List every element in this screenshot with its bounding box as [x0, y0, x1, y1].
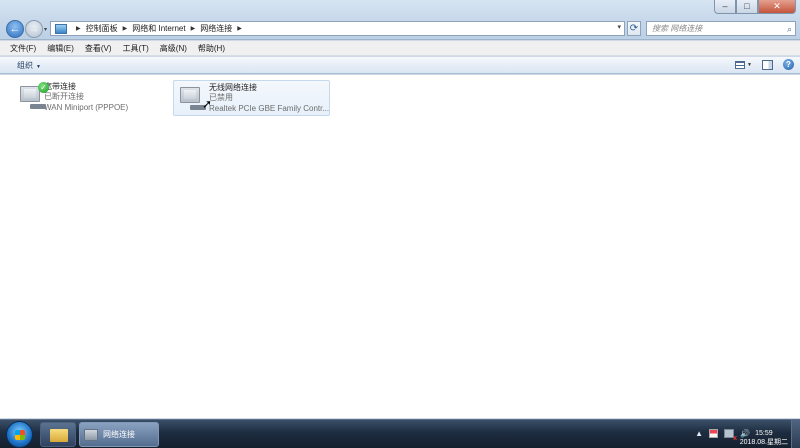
search-input[interactable]: 搜索 网络连接 ⌕	[646, 21, 796, 36]
connection-device: WAN Miniport (PPPOE)	[44, 103, 129, 112]
address-dropdown-icon[interactable]: ▾	[617, 23, 621, 31]
monitor-icon	[20, 86, 40, 102]
tray-expand-icon[interactable]: ▲	[695, 429, 703, 438]
network-adapter-icon	[178, 83, 206, 113]
clock-date: 2018.08.星期二	[739, 439, 788, 446]
taskbar: 网络连接 ▲ 🔊 15:59 2018.08.星期二	[0, 419, 800, 448]
address-bar[interactable]: ▶ 控制面板 ▶ 网络和 Internet ▶ 网络连接 ▶ ▾	[50, 21, 625, 36]
dialup-connection-icon: ✓	[18, 82, 49, 112]
control-panel-icon	[55, 23, 67, 34]
search-placeholder: 搜索 网络连接	[652, 24, 703, 33]
connection-name: 无线网络连接	[209, 83, 257, 92]
close-button[interactable]: ✕	[758, 0, 796, 14]
back-button[interactable]: ←	[6, 20, 24, 38]
menu-bar: 文件(F) 编辑(E) 查看(V) 工具(T) 高级(N) 帮助(H)	[0, 41, 800, 56]
show-desktop-button[interactable]	[791, 420, 800, 448]
connections-list: ✓ 宽带连接 已断开连接 WAN Miniport (PPPOE) 无线网络连接…	[0, 75, 800, 418]
command-bar-right: ▼ ?	[735, 59, 794, 70]
folder-icon	[50, 429, 68, 442]
taskbar-explorer-button[interactable]	[40, 422, 76, 447]
history-dropdown-icon[interactable]: ▾	[44, 26, 47, 33]
breadcrumb-control-panel[interactable]: 控制面板	[86, 23, 118, 34]
taskbar-window-button[interactable]: 网络连接	[79, 422, 159, 447]
breadcrumb-separator-icon[interactable]: ▶	[123, 25, 128, 32]
breadcrumb-network-internet[interactable]: 网络和 Internet	[132, 23, 185, 34]
network-status-icon[interactable]	[724, 429, 737, 442]
breadcrumb-separator-icon[interactable]: ▶	[237, 25, 242, 32]
action-center-icon[interactable]	[709, 429, 719, 438]
command-bar: 组织 ▼ ▼ ?	[0, 57, 800, 74]
refresh-button[interactable]: ⟳	[627, 21, 641, 36]
check-badge-icon: ✓	[38, 82, 49, 93]
breadcrumb-separator-icon[interactable]: ▶	[191, 25, 196, 32]
menu-advanced[interactable]: 高级(N)	[160, 43, 187, 54]
organize-label: 组织	[17, 60, 33, 70]
search-icon[interactable]: ⌕	[787, 23, 792, 36]
minimize-button[interactable]: –	[714, 0, 736, 14]
connection-device: Realtek PCIe GBE Family Contr...	[209, 104, 329, 113]
menu-tools[interactable]: 工具(T)	[123, 43, 149, 54]
modem-icon	[30, 104, 46, 109]
change-view-icon[interactable]	[735, 60, 746, 69]
breadcrumb-separator-icon[interactable]: ▶	[76, 25, 81, 32]
menu-file[interactable]: 文件(F)	[10, 43, 36, 54]
mouse-cursor-icon: ➚	[202, 97, 213, 111]
menu-view[interactable]: 查看(V)	[85, 43, 112, 54]
network-connections-icon	[84, 428, 98, 441]
start-button[interactable]	[6, 421, 33, 448]
window-titlebar: – □ ✕ ← → ▾ ▶ 控制面板 ▶ 网络和 Internet ▶ 网络连接…	[0, 0, 800, 40]
view-dropdown-icon[interactable]: ▼	[747, 62, 752, 68]
breadcrumb-network-connections[interactable]: 网络连接	[200, 23, 232, 34]
connection-status: 已禁用	[209, 93, 233, 102]
clock-time: 15:59	[755, 430, 773, 437]
menu-help[interactable]: 帮助(H)	[198, 43, 225, 54]
maximize-button[interactable]: □	[736, 0, 758, 14]
window-controls: – □ ✕	[714, 0, 796, 14]
monitor-icon	[180, 87, 200, 103]
connection-item-broadband[interactable]: ✓ 宽带连接 已断开连接 WAN Miniport (PPPOE)	[14, 80, 164, 116]
taskbar-window-label: 网络连接	[103, 430, 135, 439]
connection-details: 宽带连接 已断开连接 WAN Miniport (PPPOE)	[44, 80, 164, 116]
preview-pane-icon[interactable]	[762, 59, 773, 70]
chevron-down-icon: ▼	[36, 63, 41, 70]
clock[interactable]: 15:59 2018.08.星期二	[740, 429, 788, 447]
connection-name: 宽带连接	[44, 82, 76, 91]
connection-details: 无线网络连接 已禁用 Realtek PCIe GBE Family Contr…	[209, 81, 329, 115]
menu-edit[interactable]: 编辑(E)	[47, 43, 74, 54]
connection-status: 已断开连接	[44, 92, 84, 101]
connection-item-wireless[interactable]: 无线网络连接 已禁用 Realtek PCIe GBE Family Contr…	[173, 80, 330, 116]
forward-button[interactable]: →	[25, 20, 43, 38]
organize-button[interactable]: 组织 ▼	[17, 60, 41, 71]
help-icon[interactable]: ?	[783, 59, 794, 70]
